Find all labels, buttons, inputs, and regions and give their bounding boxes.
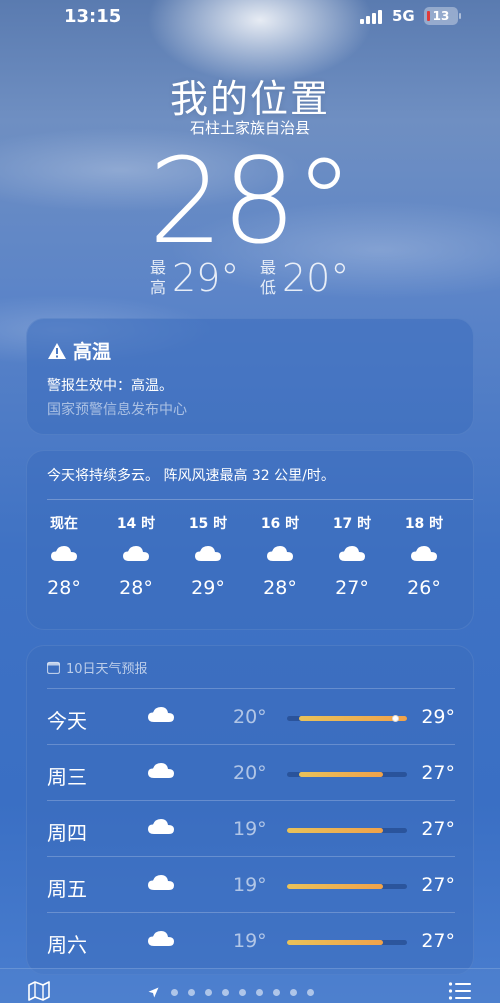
- cloud-icon: [147, 705, 175, 727]
- day-low: 19°: [233, 818, 267, 840]
- hour-item: 18 时 26°: [394, 513, 454, 599]
- cloud-icon: [34, 533, 94, 573]
- daily-title: 10日天气预报: [66, 662, 148, 677]
- day-name: 周三: [47, 765, 87, 789]
- day-high: 29°: [421, 706, 455, 728]
- low-value: 20°: [282, 256, 350, 300]
- hour-temp: 29°: [191, 577, 225, 599]
- day-row[interactable]: 周三 20° 27°: [47, 744, 455, 800]
- page-indicator[interactable]: [148, 987, 324, 998]
- hour-label: 15 时: [188, 516, 228, 532]
- hour-item: 14 时 28°: [106, 513, 166, 599]
- hour-item: 17 时 27°: [322, 513, 382, 599]
- location-title: 我的位置: [169, 77, 330, 121]
- day-low: 19°: [233, 874, 267, 896]
- hour-label: 现在: [50, 516, 78, 532]
- cloud-icon: [147, 817, 175, 839]
- page-dot: [171, 989, 178, 996]
- day-row[interactable]: 周五 19° 27°: [47, 856, 455, 912]
- alert-header: 高温: [47, 337, 111, 364]
- cloud-icon: [147, 761, 175, 783]
- battery-cap: [459, 13, 461, 19]
- hour-item: 现在 28°: [34, 513, 94, 599]
- location-arrow-icon: [148, 987, 159, 998]
- divider: [47, 499, 473, 500]
- warning-icon: [48, 342, 66, 359]
- hour-label: 14 时: [116, 516, 156, 532]
- day-low: 20°: [233, 706, 267, 728]
- hour-item: 15 时 29°: [178, 513, 238, 599]
- day-name: 今天: [47, 709, 87, 733]
- temperature-range-bar: [287, 884, 407, 889]
- hour-temp: 28°: [47, 577, 81, 599]
- hour-temp: 27°: [335, 577, 369, 599]
- status-time: 13:15: [64, 6, 122, 27]
- hour-label: 17 时: [332, 516, 372, 532]
- hour-temp: 26°: [407, 577, 441, 599]
- temperature-range-bar: [287, 715, 407, 722]
- bottom-toolbar: [0, 968, 500, 1003]
- day-low: 20°: [233, 762, 267, 784]
- low-label: 最低: [260, 258, 277, 297]
- map-icon[interactable]: [28, 981, 50, 1001]
- page-dot: [290, 989, 297, 996]
- day-row[interactable]: 今天 20° 29°: [47, 688, 455, 744]
- temperature-range-fill: [299, 772, 383, 777]
- high-label: 最高: [150, 258, 167, 297]
- temperature-range-fill: [287, 828, 383, 833]
- day-high: 27°: [421, 930, 455, 952]
- page-dot: [256, 989, 263, 996]
- hourly-forecast-card: 今天将持续多云。 阵风风速最高 32 公里/时。 现在 28° 14 时 28°…: [26, 450, 474, 630]
- battery-icon: 13: [424, 7, 458, 25]
- hour-temp: 28°: [263, 577, 297, 599]
- temperature-range-fill: [287, 940, 383, 945]
- day-high: 27°: [421, 874, 455, 896]
- current-temperature-dot: [391, 715, 399, 722]
- cloud-icon: [147, 929, 175, 951]
- temperature-range-fill: [287, 884, 383, 889]
- calendar-icon: [47, 661, 60, 674]
- page-dot: [222, 989, 229, 996]
- hour-label: 16 时: [260, 516, 300, 532]
- status-bar: 13:15 5G 13: [0, 0, 500, 34]
- cloud-icon: [178, 533, 238, 573]
- day-row[interactable]: 周四 19° 27°: [47, 800, 455, 856]
- hour-item: 16 时 28°: [250, 513, 310, 599]
- page-dot: [188, 989, 195, 996]
- page-dot: [239, 989, 246, 996]
- day-high: 27°: [421, 818, 455, 840]
- temperature-range-bar: [287, 772, 407, 777]
- day-low: 19°: [233, 930, 267, 952]
- signal-icon: [360, 10, 382, 24]
- temperature-range-bar: [287, 940, 407, 945]
- alert-source-link[interactable]: 国家预警信息发布中心: [47, 399, 187, 419]
- hour-temp: 28°: [119, 577, 153, 599]
- temperature-range-bar: [287, 828, 407, 833]
- cloud-icon: [106, 533, 166, 573]
- cloud-icon: [250, 533, 310, 573]
- cloud-icon: [147, 873, 175, 895]
- page-dot: [205, 989, 212, 996]
- day-high: 27°: [421, 762, 455, 784]
- daily-header: 10日天气预报: [47, 658, 148, 677]
- network-label: 5G: [392, 7, 415, 25]
- alert-text: 警报生效中：高温。: [47, 378, 173, 394]
- list-icon[interactable]: [448, 981, 472, 1001]
- cloud-icon: [394, 533, 454, 573]
- page-dot: [273, 989, 280, 996]
- daily-forecast-card: 10日天气预报 今天 20° 29° 周三 20° 27° 周四 19° 27°…: [26, 645, 474, 975]
- cloud-icon: [322, 533, 382, 573]
- day-name: 周五: [47, 877, 87, 901]
- high-value: 29°: [172, 256, 240, 300]
- page-dot: [307, 989, 314, 996]
- alert-title: 高温: [73, 341, 112, 363]
- day-name: 周四: [47, 821, 87, 845]
- hourly-summary: 今天将持续多云。 阵风风速最高 32 公里/时。: [47, 468, 335, 484]
- day-row[interactable]: 周六 19° 27°: [47, 912, 455, 968]
- alert-card[interactable]: 高温 警报生效中：高温。 国家预警信息发布中心: [26, 318, 474, 435]
- hour-label: 18 时: [404, 516, 444, 532]
- day-name: 周六: [47, 933, 87, 957]
- temperature-range-fill: [299, 716, 407, 721]
- current-temperature: 28°: [148, 132, 353, 270]
